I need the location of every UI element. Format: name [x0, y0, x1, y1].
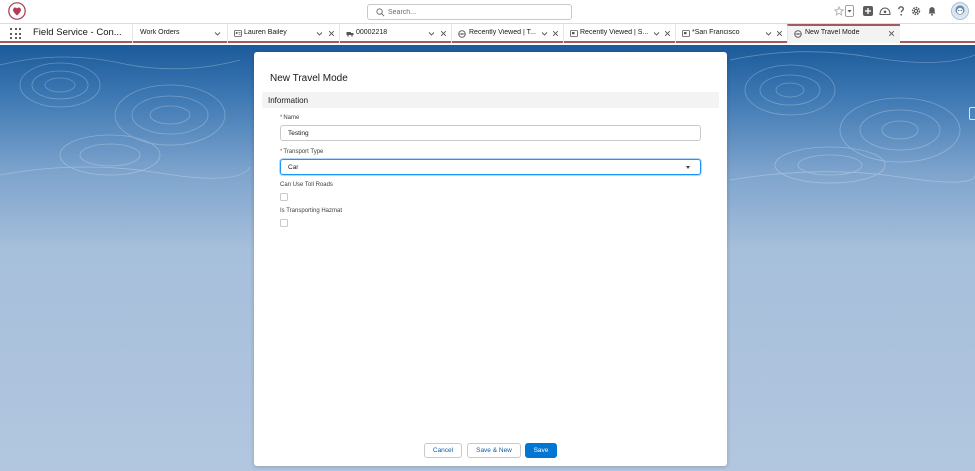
name-field-label: *Name	[280, 115, 299, 121]
chevron-down-icon[interactable]	[427, 29, 436, 38]
global-header	[0, 0, 975, 24]
search-icon	[376, 8, 385, 17]
tab-work-orders[interactable]: Work Orders	[132, 24, 227, 43]
tab-label: Recently Viewed | S...	[580, 29, 649, 36]
header-utility-icons	[825, 0, 975, 24]
tab-work-order-00002218[interactable]: 00002218	[339, 24, 451, 43]
trailhead-icon[interactable]	[879, 5, 891, 17]
close-icon[interactable]	[663, 29, 672, 38]
tab-label: Work Orders	[140, 29, 180, 36]
favorites-star-icon[interactable]	[834, 6, 844, 16]
chevron-down-icon[interactable]	[652, 29, 661, 38]
section-header-information[interactable]: Information	[262, 92, 719, 108]
salesforce-app-logo[interactable]	[8, 2, 26, 20]
transport-type-value: Car	[288, 164, 299, 171]
tab-lauren-bailey[interactable]: Lauren Bailey	[227, 24, 339, 43]
tab-recently-viewed-travel-modes[interactable]: Recently Viewed | T...	[451, 24, 563, 43]
utility-panel-edge[interactable]	[969, 107, 975, 120]
app-name: Field Service - Con...	[33, 27, 122, 38]
save-button[interactable]: Save	[525, 443, 557, 458]
navigation-bar: Field Service - Con... Work Orders Laure…	[0, 24, 975, 43]
close-icon[interactable]	[551, 29, 560, 38]
toll-roads-field-label: Can Use Toll Roads	[280, 182, 333, 188]
tab-label: Lauren Bailey	[244, 29, 287, 36]
close-icon[interactable]	[887, 29, 896, 38]
close-icon[interactable]	[775, 29, 784, 38]
close-icon[interactable]	[439, 29, 448, 38]
cancel-button[interactable]: Cancel	[424, 443, 462, 458]
tab-label: *San Francisco	[692, 29, 740, 36]
global-search[interactable]	[367, 4, 572, 20]
favorites-dropdown-icon[interactable]	[845, 5, 854, 17]
transport-type-field-label: *Transport Type	[280, 149, 323, 155]
close-icon[interactable]	[327, 29, 336, 38]
transport-type-select[interactable]: Car	[280, 159, 701, 175]
section-title: Information	[268, 96, 309, 105]
chevron-down-icon[interactable]	[213, 29, 222, 38]
new-travel-mode-modal: New Travel Mode Information *Name Testin…	[254, 52, 727, 466]
service-territory-icon	[570, 30, 578, 37]
truck-icon	[346, 32, 354, 37]
name-label-text: Name	[283, 115, 300, 121]
tab-label: 00002218	[356, 29, 388, 36]
name-input-value: Testing	[288, 130, 309, 137]
tab-san-francisco[interactable]: *San Francisco	[675, 24, 787, 43]
hazmat-checkbox[interactable]	[280, 219, 288, 227]
name-input[interactable]: Testing	[280, 125, 701, 141]
chevron-down-icon[interactable]	[764, 29, 773, 38]
steering-wheel-icon	[458, 29, 466, 38]
service-territory-icon	[682, 30, 690, 37]
chevron-down-icon[interactable]	[540, 29, 549, 38]
tab-new-travel-mode[interactable]: New Travel Mode	[787, 24, 900, 43]
setup-gear-icon[interactable]	[910, 5, 922, 17]
tab-recently-viewed-service-territories[interactable]: Recently Viewed | S...	[563, 24, 675, 43]
chevron-down-icon[interactable]	[315, 29, 324, 38]
search-input[interactable]	[388, 6, 568, 18]
save-and-new-button[interactable]: Save & New	[467, 443, 521, 458]
user-avatar[interactable]	[951, 2, 969, 20]
tab-label: Recently Viewed | T...	[469, 29, 536, 36]
help-icon[interactable]	[895, 5, 907, 17]
contact-card-icon	[234, 30, 242, 37]
required-indicator: *	[280, 115, 283, 121]
app-launcher-icon[interactable]	[10, 28, 21, 39]
toll-roads-checkbox[interactable]	[280, 193, 288, 201]
caret-down-icon	[686, 166, 690, 169]
transport-type-label-text: Transport Type	[283, 149, 324, 155]
modal-title: New Travel Mode	[270, 73, 348, 84]
hazmat-field-label: Is Transporting Hazmat	[280, 208, 343, 214]
required-indicator: *	[280, 149, 283, 155]
steering-wheel-icon	[794, 29, 802, 38]
notifications-bell-icon[interactable]	[926, 5, 938, 17]
tab-label: New Travel Mode	[805, 29, 860, 36]
global-add-icon[interactable]	[862, 5, 874, 17]
